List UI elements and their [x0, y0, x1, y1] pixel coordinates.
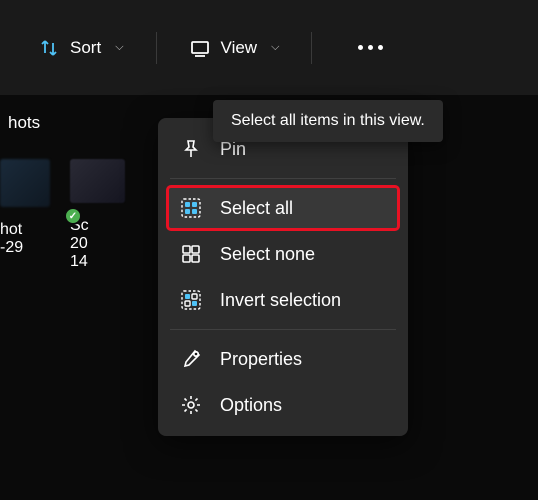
- toolbar-divider: [156, 32, 157, 64]
- toolbar: Sort ⌵ View ⌵: [0, 0, 538, 95]
- menu-label: Properties: [220, 349, 302, 370]
- options-icon: [180, 394, 202, 416]
- toolbar-divider: [311, 32, 312, 64]
- file-thumbnail: [0, 159, 50, 207]
- select-none-menu-item[interactable]: Select none: [166, 231, 400, 277]
- sort-label: Sort: [70, 38, 101, 58]
- chevron-down-icon: ⌵: [271, 41, 279, 54]
- tooltip: Select all items in this view.: [213, 100, 443, 142]
- view-label: View: [221, 38, 258, 58]
- properties-menu-item[interactable]: Properties: [166, 336, 400, 382]
- options-menu-item[interactable]: Options: [166, 382, 400, 428]
- select-all-menu-item[interactable]: Select all: [166, 185, 400, 231]
- chevron-down-icon: ⌵: [115, 41, 123, 54]
- menu-label: Select all: [220, 198, 293, 219]
- sort-icon: [38, 37, 60, 59]
- menu-label: Options: [220, 395, 282, 416]
- invert-selection-icon: [180, 289, 202, 311]
- file-item[interactable]: Sc 20 14: [70, 159, 125, 271]
- select-none-icon: [180, 243, 202, 265]
- file-line3: 14: [70, 253, 88, 271]
- file-item[interactable]: hot -29: [0, 159, 50, 271]
- view-button[interactable]: View ⌵: [171, 27, 298, 69]
- file-line2: 20: [70, 235, 88, 253]
- invert-selection-menu-item[interactable]: Invert selection: [166, 277, 400, 323]
- file-label: hot: [0, 221, 22, 239]
- pin-icon: [180, 138, 202, 160]
- sync-status-icon: [64, 207, 82, 225]
- menu-divider: [170, 178, 396, 179]
- menu-label: Invert selection: [220, 290, 341, 311]
- file-thumbnail: [70, 159, 125, 203]
- menu-label: Select none: [220, 244, 315, 265]
- context-menu: Pin Select all Select none: [158, 118, 408, 436]
- select-all-icon: [180, 197, 202, 219]
- more-icon: [344, 45, 397, 50]
- properties-icon: [180, 348, 202, 370]
- more-button[interactable]: [326, 35, 415, 60]
- menu-divider: [170, 329, 396, 330]
- sort-button[interactable]: Sort ⌵: [20, 27, 142, 69]
- file-sublabel: -29: [0, 239, 23, 257]
- view-icon: [189, 37, 211, 59]
